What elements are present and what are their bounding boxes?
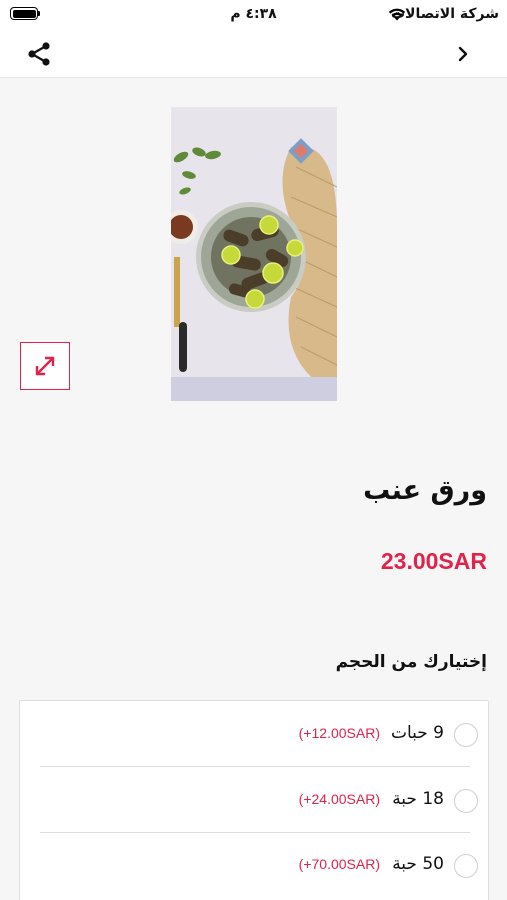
product-image[interactable] <box>171 107 337 401</box>
dish-photo <box>171 107 337 401</box>
option-label: 18 حبة <box>392 789 444 809</box>
product-price: 23.00SAR <box>380 548 487 574</box>
radio-button[interactable] <box>454 723 478 747</box>
size-option[interactable]: 9 حبات (+12.00SAR) <box>40 701 478 767</box>
status-bar: ٤:٣٨ م شركة الاتصالات <box>0 0 507 30</box>
navigation-bar <box>0 30 507 78</box>
option-label: 9 حبات <box>390 723 444 743</box>
share-button[interactable] <box>24 39 54 69</box>
expand-arrows-icon <box>35 356 55 376</box>
back-button[interactable] <box>449 40 477 68</box>
chevron-right-icon <box>458 46 468 62</box>
size-options-title: إختيارك من الحجم <box>335 652 487 672</box>
option-price: (+70.00SAR) <box>298 856 380 872</box>
product-title: ورق عنب <box>363 475 487 506</box>
share-icon <box>28 42 50 66</box>
option-label: 50 حبة <box>392 854 444 874</box>
radio-button[interactable] <box>454 854 478 878</box>
carrier-name: شركة الاتصالات <box>390 6 499 22</box>
expand-image-button[interactable] <box>20 342 70 390</box>
size-option[interactable]: 18 حبة (+24.00SAR) <box>40 767 478 833</box>
radio-button[interactable] <box>454 789 478 813</box>
size-options-list: 9 حبات (+12.00SAR) 18 حبة (+24.00SAR) 50… <box>19 700 489 900</box>
size-option[interactable]: 50 حبة (+70.00SAR) <box>40 832 478 898</box>
option-price: (+12.00SAR) <box>298 725 380 741</box>
option-price: (+24.00SAR) <box>298 791 380 807</box>
